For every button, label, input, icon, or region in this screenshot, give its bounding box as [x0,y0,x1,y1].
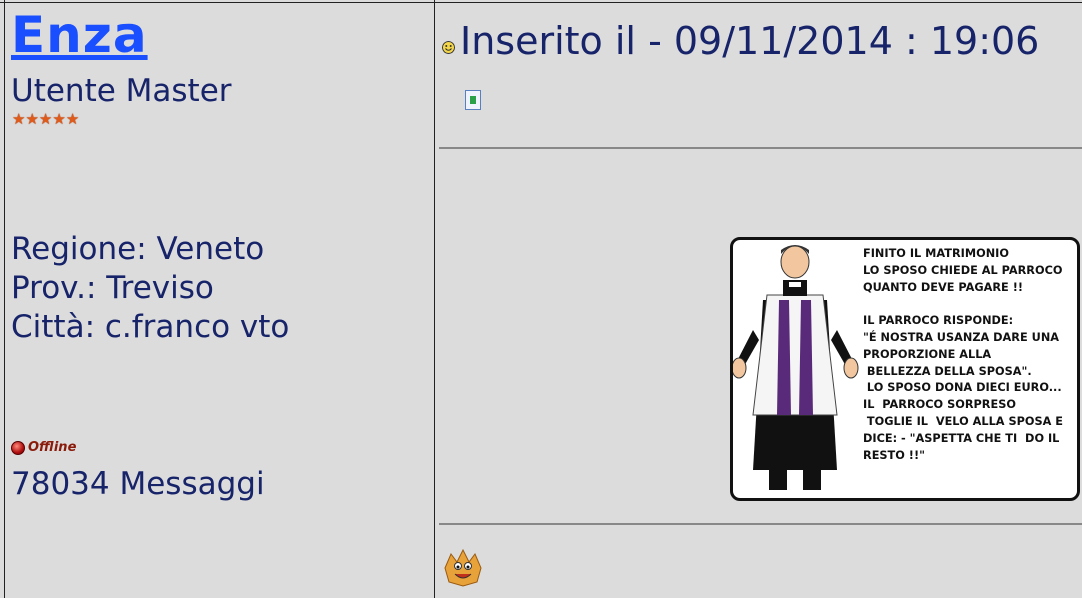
document-icon[interactable] [465,90,481,110]
author-province: Prov.: Treviso [11,270,214,306]
divider-bottom [439,523,1082,525]
caption-line: IL PARROCO SORPRESO [863,398,1016,412]
caption-line: BELLEZZA DELLA SPOSA". [863,364,1032,378]
offline-dot-icon [11,440,25,455]
column-divider [434,0,435,598]
caption-line: DICE: - "ASPETTA CHE TI DO IL [863,431,1060,445]
smiley-icon [442,41,455,54]
post-date-header: Inserito il - 09/11/2014 : 19:06 [460,19,1040,63]
author-panel: Enza Utente Master ★ ★ ★ ★ ★ Regione: Ve… [8,0,432,598]
caption-line: LO SPOSO CHIEDE AL PARROCO [863,263,1063,277]
star-icon: ★ [38,110,53,128]
star-icon: ★ [12,110,26,128]
caption-line: QUANTO DEVE PAGARE !! [863,280,1024,294]
caption-line: PROPORZIONE ALLA [863,347,992,361]
star-icon: ★ [25,110,39,128]
divider-top [439,147,1082,149]
leaf-emoticon-icon [444,548,482,587]
caption-line: "É NOSTRA USANZA DARE UNA [863,330,1060,344]
author-region: Regione: Veneto [11,231,265,267]
author-name-link[interactable]: Enza [11,10,148,60]
caption-line: IL PARROCO RISPONDE: [863,314,1014,328]
message-count: 78034 Messaggi [11,466,265,502]
caption-line: LO SPOSO DONA DIECI EURO... [863,381,1062,395]
caption-line: TOGLIE IL VELO ALLA SPOSA E [863,414,1063,428]
star-icon: ★ [52,110,66,128]
star-icon: ★ [65,110,80,128]
online-status: Offline [11,440,76,455]
left-border [4,0,5,598]
rank-stars: ★ ★ ★ ★ ★ [12,112,79,127]
post-image: FINITO IL MATRIMONIO LO SPOSO CHIEDE AL … [730,237,1080,501]
image-caption: FINITO IL MATRIMONIO LO SPOSO CHIEDE AL … [863,246,1077,464]
caption-line: FINITO IL MATRIMONIO [863,247,1009,260]
forum-post-frame: Enza Utente Master ★ ★ ★ ★ ★ Regione: Ve… [0,0,1082,598]
priest-illustration [733,245,859,490]
caption-line [863,296,1077,313]
author-rank: Utente Master [11,73,232,109]
caption-line: RESTO !!" [863,448,925,462]
status-label: Offline [28,440,77,455]
post-panel: Inserito il - 09/11/2014 : 19:06 FINITO … [437,0,1082,598]
author-city: Città: c.franco vto [11,309,290,345]
